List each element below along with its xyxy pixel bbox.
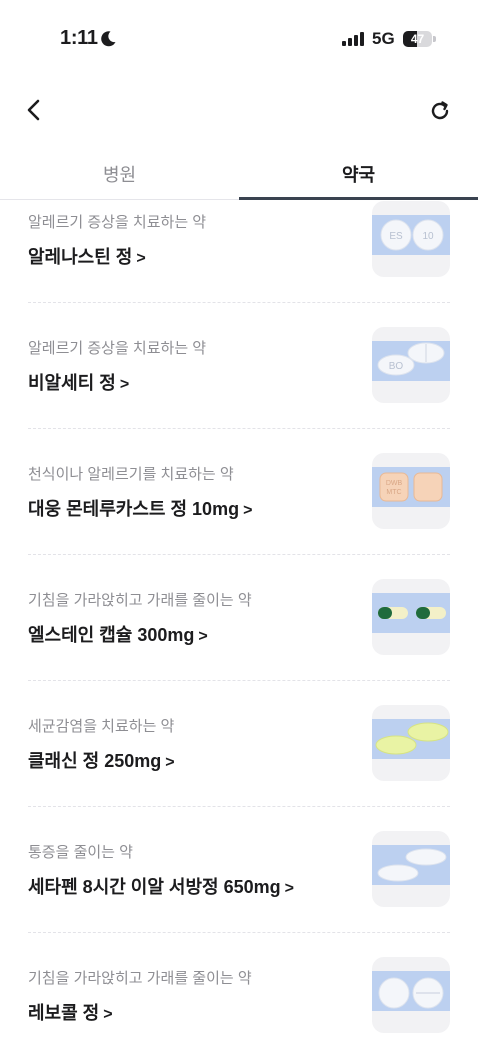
divider — [28, 302, 450, 303]
medicine-name-link[interactable]: 레보콜 정 > — [28, 999, 113, 1025]
list-item[interactable]: 알레르기 증상을 치료하는 약 알레나스틴 정 > ES 10 — [0, 201, 478, 327]
medicine-name-link[interactable]: 세타펜 8시간 이알 서방정 650mg > — [28, 873, 294, 899]
cellular-signal-icon — [342, 32, 364, 46]
medicine-description: 알레르기 증상을 치료하는 약 — [28, 214, 207, 231]
medicine-name: 대웅 몬테루카스트 정 10mg — [28, 499, 240, 519]
medicine-description: 세균감염을 치료하는 약 — [28, 718, 175, 735]
moon-icon — [101, 31, 116, 47]
status-bar: 1:11 5G 47 — [0, 0, 478, 78]
tab-pharmacy[interactable]: 약국 — [239, 148, 478, 200]
chevron-right-icon: > — [165, 754, 175, 771]
list-item[interactable]: 기침을 가라앉히고 가래를 줄이는 약 레보콜 정 > — [0, 957, 478, 1040]
list-item[interactable]: 알레르기 증상을 치료하는 약 비알세티 정 > BO — [0, 327, 478, 453]
refresh-button[interactable] — [425, 96, 455, 126]
medicine-list: 알레르기 증상을 치료하는 약 알레나스틴 정 > ES 10 알레르기 증상을 … — [0, 201, 478, 1040]
medicine-name: 클래신 정 250mg — [28, 751, 162, 771]
medicine-name: 알레나스틴 정 — [28, 247, 133, 267]
divider — [28, 806, 450, 807]
pill-image: BO — [372, 327, 450, 403]
pill-image: DWB MTC — [372, 453, 450, 529]
svg-text:ES: ES — [389, 231, 403, 242]
list-item[interactable]: 세균감염을 치료하는 약 클래신 정 250mg > — [0, 705, 478, 831]
medicine-name: 엘스테인 캡슐 300mg — [28, 625, 195, 645]
status-time: 1:11 — [60, 27, 98, 49]
medicine-description: 천식이나 알레르기를 치료하는 약 — [28, 466, 234, 483]
segment-tabs: 병원 약국 — [0, 148, 478, 200]
medicine-name-link[interactable]: 비알세티 정 > — [28, 369, 129, 395]
pill-image — [372, 579, 450, 655]
chevron-right-icon: > — [119, 376, 130, 393]
medicine-name: 비알세티 정 — [28, 373, 116, 393]
battery-percent: 47 — [410, 32, 425, 46]
pill-image — [372, 957, 450, 1033]
pill-image — [372, 705, 450, 781]
medicine-name-link[interactable]: 대웅 몬테루카스트 정 10mg > — [28, 495, 252, 521]
pill-image: ES 10 — [372, 201, 450, 277]
tab-hospital[interactable]: 병원 — [0, 148, 239, 200]
chevron-right-icon: > — [136, 250, 146, 267]
chevron-right-icon: > — [243, 502, 253, 519]
medicine-name-link[interactable]: 엘스테인 캡슐 300mg > — [28, 621, 208, 647]
list-item[interactable]: 통증을 줄이는 약 세타펜 8시간 이알 서방정 650mg > — [0, 831, 478, 957]
battery-icon: 47 — [403, 31, 436, 47]
medicine-name-link[interactable]: 클래신 정 250mg > — [28, 747, 175, 773]
pill-image — [372, 831, 450, 907]
divider — [28, 932, 450, 933]
medicine-description: 기침을 가라앉히고 가래를 줄이는 약 — [28, 970, 252, 987]
list-item[interactable]: 천식이나 알레르기를 치료하는 약 대웅 몬테루카스트 정 10mg > DWB … — [0, 453, 478, 579]
medicine-name-link[interactable]: 알레나스틴 정 > — [28, 243, 146, 269]
medicine-description: 기침을 가라앉히고 가래를 줄이는 약 — [28, 592, 252, 609]
active-tab-indicator — [239, 197, 478, 200]
back-button[interactable] — [20, 96, 48, 124]
chevron-right-icon: > — [284, 880, 294, 897]
medicine-description: 통증을 줄이는 약 — [28, 844, 133, 861]
network-type: 5G — [372, 29, 395, 48]
divider — [28, 680, 450, 681]
medicine-description: 알레르기 증상을 치료하는 약 — [28, 340, 207, 357]
chevron-right-icon: > — [198, 628, 208, 645]
divider — [28, 428, 450, 429]
svg-text:BO: BO — [389, 361, 404, 372]
svg-text:DWB: DWB — [386, 480, 403, 487]
medicine-name: 레보콜 정 — [28, 1003, 100, 1023]
svg-text:MTC: MTC — [386, 489, 401, 496]
medicine-name: 세타펜 8시간 이알 서방정 650mg — [28, 877, 281, 897]
chevron-left-icon — [27, 99, 40, 121]
svg-text:10: 10 — [422, 231, 434, 242]
list-item[interactable]: 기침을 가라앉히고 가래를 줄이는 약 엘스테인 캡슐 300mg > — [0, 579, 478, 705]
chevron-right-icon: > — [103, 1006, 113, 1023]
divider — [28, 554, 450, 555]
nav-bar — [0, 88, 478, 132]
refresh-icon — [431, 101, 449, 120]
